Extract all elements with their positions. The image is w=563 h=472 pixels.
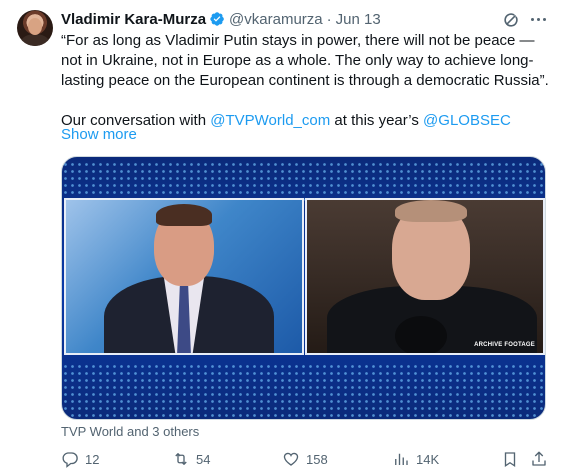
like-count: 158 [306,451,328,467]
liked-by-text[interactable]: TVP World and 3 others [61,424,199,439]
author-handle[interactable]: @vkaramurza [229,11,323,28]
mention-globsec[interactable]: @GLOBSEC [423,112,511,129]
verified-badge-icon[interactable] [209,11,225,27]
reply-button[interactable]: 12 [61,448,99,470]
share-button[interactable] [530,448,554,470]
reply-icon [62,452,78,468]
tweet-second-middle: at this year’s [330,112,424,129]
microphone [395,316,447,353]
grok-icon[interactable] [502,11,520,29]
like-button[interactable]: 158 [282,448,328,470]
like-icon [283,452,299,466]
avatar-body [21,34,49,46]
bookmark-icon [504,452,516,468]
retweet-count: 54 [196,451,211,467]
video-frame-left [64,198,304,355]
views-icon [395,453,408,465]
more-icon[interactable] [528,9,548,29]
views-button[interactable]: 14K [392,448,439,470]
reply-count: 12 [85,451,100,467]
video-media[interactable]: ARCHIVE FOOTAGE [61,156,546,420]
decorative-dot-band-top [62,161,545,201]
video-frame-right: ARCHIVE FOOTAGE [305,198,545,355]
decorative-dot-band-bottom [62,363,545,417]
right-person-hair [395,200,467,222]
retweet-button[interactable]: 54 [172,448,210,470]
archive-footage-label: ARCHIVE FOOTAGE [474,342,535,348]
avatar[interactable] [17,10,53,46]
tweet-timestamp[interactable]: Jun 13 [336,11,381,28]
share-icon [532,451,546,466]
views-count: 14K [416,451,440,467]
show-more-link[interactable]: Show more [61,126,137,143]
author-name[interactable]: Vladimir Kara-Murza [61,11,206,28]
tweet-quote: “For as long as Vladimir Putin stays in … [61,32,549,89]
left-person-hair [156,204,212,226]
retweet-icon [175,453,187,465]
tweet[interactable]: Vladimir Kara-Murza @vkaramurza · Jun 13… [0,0,563,472]
mention-tvpworld[interactable]: @TVPWorld_com [210,112,330,129]
separator-dot: · [326,10,332,28]
action-bar: 12 54 158 14K [0,448,563,470]
tweet-header: Vladimir Kara-Murza @vkaramurza · Jun 13 [61,9,381,29]
bookmark-button[interactable] [501,448,525,470]
avatar-face [28,18,42,35]
